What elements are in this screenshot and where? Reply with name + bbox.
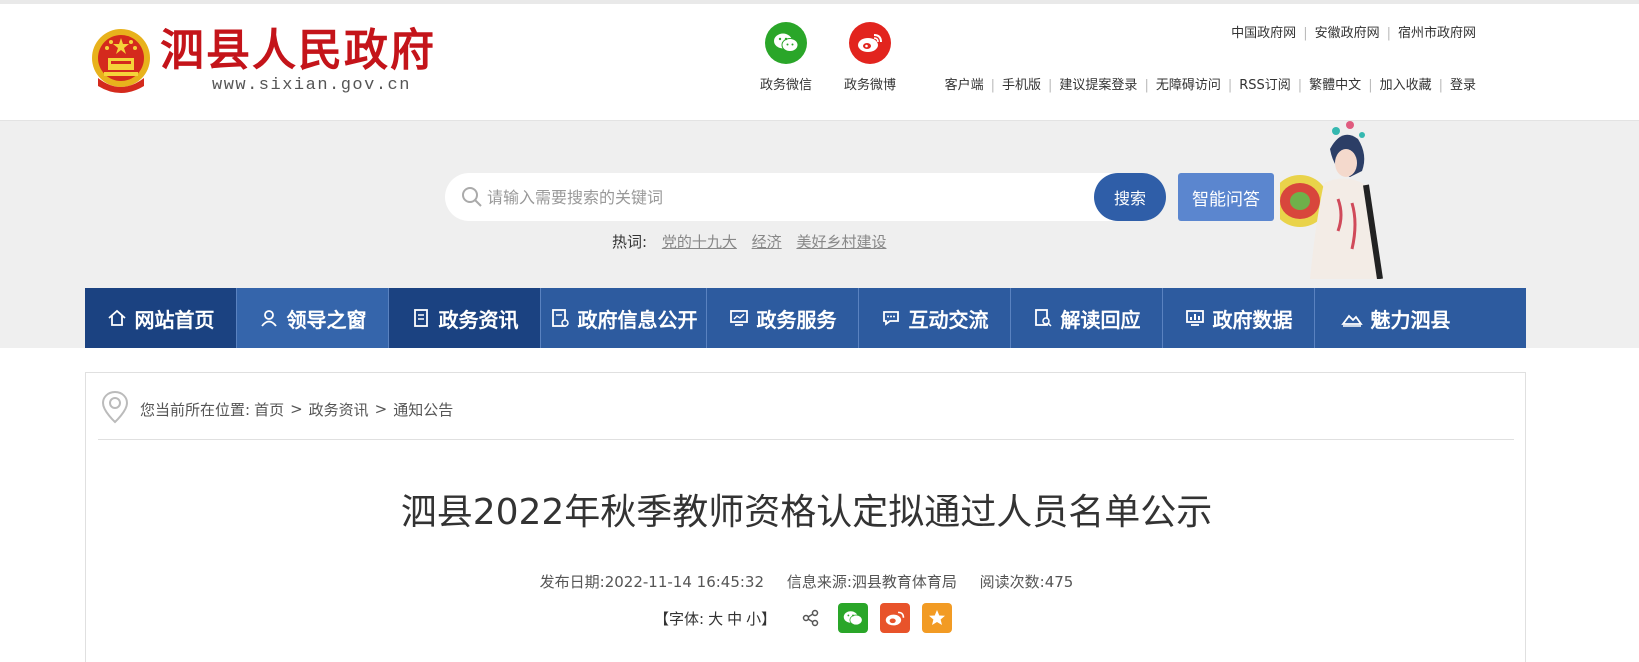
link-add-favorite[interactable]: 加入收藏 — [1380, 78, 1432, 93]
nav-charm-label: 魅力泗县 — [1370, 307, 1451, 332]
nav-home[interactable]: 网站首页 — [85, 288, 237, 348]
breadcrumb-notices[interactable]: 通知公告 — [393, 399, 453, 420]
social-wechat[interactable]: 政务微信 — [751, 22, 821, 93]
gov-link-suzhou[interactable]: 宿州市政府网 — [1398, 26, 1476, 41]
article-title: 泗县2022年秋季教师资格认定拟通过人员名单公示 — [400, 492, 1213, 533]
hot-word-link[interactable]: 美好乡村建设 — [796, 233, 886, 251]
nav-services[interactable]: 政务服务 — [707, 288, 859, 348]
gov-link-anhui[interactable]: 安徽政府网 — [1315, 26, 1380, 41]
divider — [98, 439, 1514, 440]
search-input[interactable] — [487, 173, 1087, 221]
utility-links: 客户端 | 手机版 | 建议提案登录 | 无障碍访问 | RSS订阅 | 繁體中文 | 加入收藏 | 登录 — [944, 78, 1476, 93]
search-button[interactable]: 搜索 — [1094, 173, 1166, 221]
document-icon — [411, 308, 431, 328]
share-favorite-icon[interactable] — [922, 603, 953, 633]
search-box[interactable] — [445, 173, 1165, 221]
home-icon — [107, 308, 127, 328]
social-weibo[interactable]: 政务微博 — [835, 22, 905, 93]
font-size-close: 】 — [761, 609, 777, 628]
link-client[interactable]: 客户端 — [945, 78, 984, 93]
breadcrumb: 您当前所在位置: 首页 > 政务资讯 > 通知公告 — [100, 390, 453, 428]
share-weibo-icon[interactable] — [880, 603, 911, 633]
link-mobile[interactable]: 手机版 — [1002, 78, 1041, 93]
font-size-large[interactable]: 大 — [708, 608, 723, 629]
monitor-icon — [729, 308, 749, 328]
link-proposal-login[interactable]: 建议提案登录 — [1059, 78, 1137, 93]
nav-leaders[interactable]: 领导之窗 — [237, 288, 389, 348]
location-pin-icon — [100, 390, 130, 428]
gov-link-central[interactable]: 中国政府网 — [1231, 26, 1296, 41]
article-meta: 发布日期:2022-11-14 16:45:32 信息来源:泗县教育体育局 阅读… — [86, 571, 1527, 592]
nav-news[interactable]: 政务资讯 — [389, 288, 541, 348]
search-doc-icon — [1033, 308, 1053, 328]
font-size-medium[interactable]: 中 — [727, 608, 742, 629]
opera-figure-image — [1280, 121, 1383, 279]
nav-data-label: 政府数据 — [1212, 307, 1293, 332]
social-weibo-label: 政务微博 — [843, 78, 896, 93]
chart-icon — [1185, 308, 1205, 328]
breadcrumb-news[interactable]: 政务资讯 — [309, 399, 369, 420]
site-name[interactable]: 泗县人民政府 — [160, 26, 436, 76]
landscape-icon — [1340, 308, 1363, 328]
site-header: 泗县人民政府 www.sixian.gov.cn 政务微信 政务微博 中国政府网… — [0, 4, 1639, 121]
nav-info-disclosure-label: 政府信息公开 — [577, 307, 698, 332]
hot-words-label: 热词: — [612, 233, 648, 251]
hot-word-link[interactable]: 经济 — [752, 233, 782, 251]
info-source: 信息来源:泗县教育体育局 — [786, 573, 957, 591]
link-traditional-chinese[interactable]: 繁體中文 — [1309, 78, 1361, 93]
site-url: www.sixian.gov.cn — [212, 76, 411, 95]
view-count: 阅读次数:475 — [979, 573, 1074, 591]
weibo-icon[interactable] — [849, 22, 891, 64]
hot-word-link[interactable]: 党的十九大 — [662, 233, 737, 251]
nav-news-label: 政务资讯 — [438, 307, 519, 332]
breadcrumb-prefix: 您当前所在位置: — [140, 400, 251, 419]
font-size-label: 【字体: — [654, 609, 705, 628]
link-rss[interactable]: RSS订阅 — [1239, 78, 1291, 93]
info-doc-icon — [550, 308, 570, 328]
chat-icon — [881, 308, 901, 328]
font-size-small[interactable]: 小 — [746, 608, 761, 629]
share-wechat-icon[interactable] — [838, 603, 869, 633]
nav-data[interactable]: 政府数据 — [1163, 288, 1315, 348]
wechat-icon[interactable] — [765, 22, 807, 64]
user-icon — [259, 308, 279, 328]
hot-words: 热词: 党的十九大 经济 美好乡村建设 — [612, 231, 886, 252]
nav-leaders-label: 领导之窗 — [286, 307, 367, 332]
search-icon — [462, 187, 482, 207]
nav-services-label: 政务服务 — [756, 307, 837, 332]
nav-interaction[interactable]: 互动交流 — [859, 288, 1011, 348]
publish-date: 发布日期:2022-11-14 16:45:32 — [539, 573, 765, 591]
national-emblem-icon — [92, 29, 150, 93]
breadcrumb-home[interactable]: 首页 — [254, 399, 284, 420]
link-accessibility[interactable]: 无障碍访问 — [1156, 78, 1221, 93]
nav-interpretation[interactable]: 解读回应 — [1011, 288, 1163, 348]
nav-info-disclosure[interactable]: 政府信息公开 — [541, 288, 707, 348]
smart-qa-button[interactable]: 智能问答 — [1178, 173, 1274, 221]
article-tools: 【字体: 大 中 小 】 — [654, 601, 953, 635]
social-wechat-label: 政务微信 — [759, 78, 812, 93]
link-login[interactable]: 登录 — [1450, 78, 1476, 93]
article-panel: 您当前所在位置: 首页 > 政务资讯 > 通知公告 泗县2022年秋季教师资格认… — [85, 372, 1526, 662]
main-nav: 网站首页 领导之窗 政务资讯 政府信息公开 政务服务 互动交流 解读回应 政府数… — [85, 288, 1526, 348]
nav-home-label: 网站首页 — [134, 307, 215, 332]
gov-links: 中国政府网 | 安徽政府网 | 宿州市政府网 — [1231, 26, 1476, 41]
nav-interpretation-label: 解读回应 — [1060, 307, 1141, 332]
share-icon[interactable] — [802, 609, 820, 627]
nav-interaction-label: 互动交流 — [908, 307, 989, 332]
nav-charm[interactable]: 魅力泗县 — [1315, 288, 1476, 348]
